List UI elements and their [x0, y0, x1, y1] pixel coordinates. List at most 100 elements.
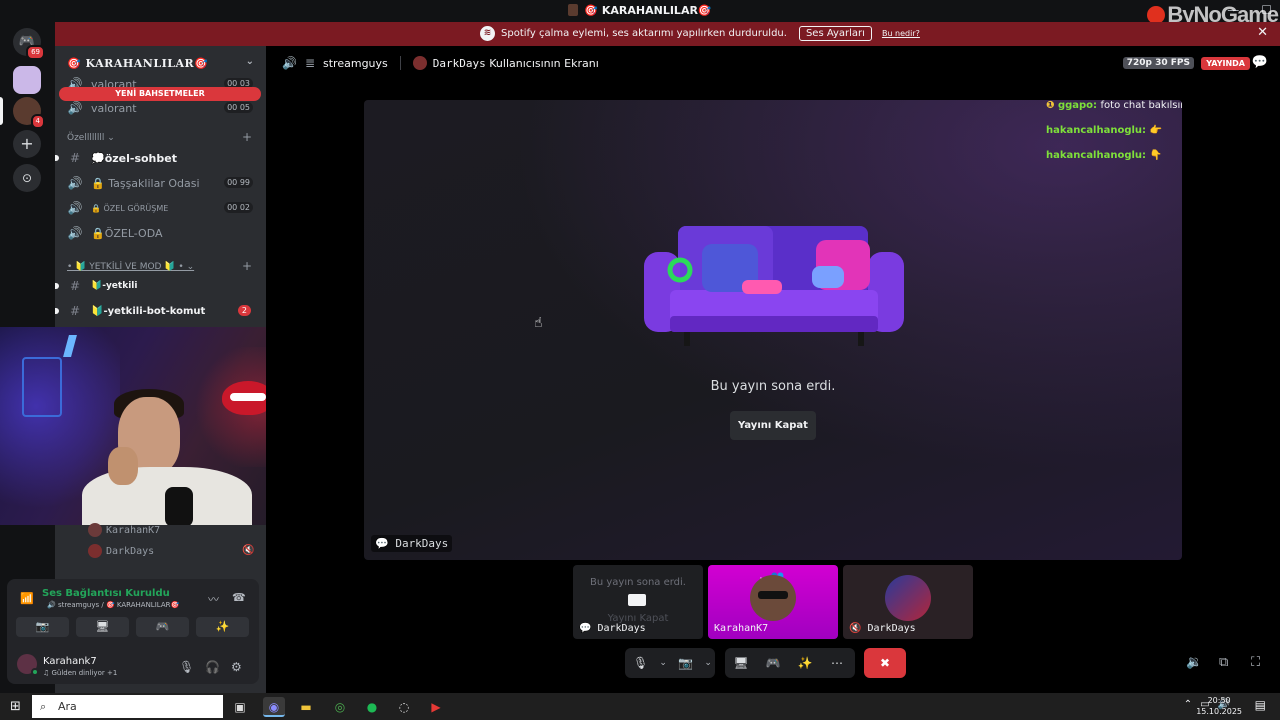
discord-taskbar-icon[interactable]: ◉: [263, 697, 285, 717]
mouse-cursor: ☝: [534, 315, 543, 331]
username[interactable]: Karahank7: [43, 656, 97, 667]
tile-label: 💬 DarkDays: [579, 623, 646, 634]
stream-header: 🔊 ≣ streamguys DarkDays Kullanıcısının E…: [282, 56, 599, 70]
tile-ended-text: Bu yayın sona erdi.: [589, 577, 686, 588]
add-channel-icon[interactable]: +: [242, 130, 252, 144]
voice-connection-panel: 📶 Ses Bağlantısı Kuruldu 🔊 streamguys / …: [7, 579, 259, 684]
app-icon[interactable]: ◌: [393, 697, 415, 717]
chat-icon[interactable]: 💬: [1252, 55, 1268, 70]
stream-title: Kullanıcısının Ekranı: [489, 56, 599, 70]
speaker-icon: 🔊: [67, 201, 83, 215]
disconnect-icon[interactable]: ☎: [232, 591, 246, 604]
what-is-this-link[interactable]: Bu nedir?: [882, 29, 920, 38]
voice-channel-tasaklilar[interactable]: 🔊 🔒 Taşşaklilar Odasi 00 99: [61, 171, 261, 195]
screen-share-button[interactable]: 🖥: [76, 617, 129, 637]
mention-badge: 4: [30, 114, 45, 129]
explore-icon[interactable]: ⊙: [13, 164, 41, 192]
unread-indicator: [55, 283, 59, 289]
soundboard-icon[interactable]: ✨: [789, 656, 821, 670]
clock[interactable]: 20:50 15.10.2025: [1196, 695, 1242, 717]
pop-out-icon[interactable]: ⧉: [1219, 655, 1228, 670]
unread-indicator: [55, 308, 59, 314]
category-yetkili[interactable]: • 🔰 YETKİLİ VE MOD 🔰 • ⌄: [67, 262, 194, 272]
unread-indicator: [55, 155, 59, 161]
participant-tile-darkdays[interactable]: 🔇 DarkDays: [843, 565, 973, 639]
avatar: [885, 575, 931, 621]
more-icon[interactable]: ⋯: [821, 656, 853, 670]
quality-badge: 720p 30 FPS: [1122, 57, 1194, 69]
monitor-icon: [628, 594, 646, 606]
discord-home-icon[interactable]: 🎮 69: [13, 28, 45, 60]
voice-member[interactable]: DarkDays: [88, 544, 154, 558]
audio-settings-button[interactable]: Ses Ayarları: [798, 26, 872, 41]
microphone-icon[interactable]: 🎙: [625, 656, 656, 670]
participant-tile-darkdays-stream[interactable]: Bu yayın sona erdi. Yayını Kapat 💬 DarkD…: [573, 565, 703, 639]
close-icon[interactable]: ✕: [1257, 25, 1268, 40]
channel-name[interactable]: streamguys: [323, 57, 388, 70]
voice-channel-ozel-gorusme[interactable]: 🔊 🔒 ÖZEL GÖRÜŞME 00 02: [61, 196, 261, 220]
microphone-icon[interactable]: 🎙: [179, 660, 194, 674]
spotify-taskbar-icon[interactable]: ●: [361, 697, 383, 717]
stream-stage[interactable]: Bu yayın sona erdi. Yayını Kapat 💬 DarkD…: [364, 100, 1182, 560]
activity-controls: 🖥 🎮 ✨ ⋯: [725, 648, 855, 678]
text-channel-yetkili-bot-komut[interactable]: # 🔰-yetkili-bot-komut 2: [61, 299, 261, 323]
notice-text: Spotify çalma eylemi, ses aktarımı yapıl…: [501, 28, 787, 39]
soundboard-button[interactable]: ✨: [196, 617, 249, 637]
chrome-icon[interactable]: ◎: [329, 697, 351, 717]
title-bar: 🎯 KARAHANLILAR🎯 — ☐ ByNoGame: [0, 0, 1280, 27]
camera-off-button[interactable]: 📷: [16, 617, 69, 637]
speaker-icon: 🔊: [67, 176, 83, 190]
windows-taskbar: ⊞ ⌕ Ara ▣ ◉ ▬ ◎ ● ◌ ▶ ⌃ ▭ 🔊 20:50 15.10.2025…: [0, 693, 1280, 720]
fullscreen-icon[interactable]: ⛶: [1251, 655, 1260, 670]
headphones-icon[interactable]: 🎧: [205, 660, 220, 674]
youtube-icon[interactable]: ▶: [425, 697, 447, 717]
chevron-down-icon[interactable]: ⌄: [701, 658, 715, 668]
microphone: [165, 487, 193, 525]
chevron-down-icon[interactable]: ⌄: [656, 658, 670, 668]
text-channel-ozel-sohbet[interactable]: # 💭özel-sohbet: [61, 146, 261, 170]
gear-icon[interactable]: ⚙: [231, 660, 242, 674]
activities-icon[interactable]: 🎮: [757, 656, 789, 670]
voice-location[interactable]: 🔊 streamguys / 🎯 KARAHANLILAR🎯: [47, 601, 179, 609]
file-explorer-icon[interactable]: ▬: [295, 697, 317, 717]
speaker-icon: 🔊: [67, 101, 83, 115]
text-channel-yetkili[interactable]: # 🔰-yetkili: [61, 274, 261, 298]
tile-label: 🔇 DarkDays: [849, 623, 916, 634]
participant-tile-karahank7[interactable]: ⌄ 👥 KarahanK7: [708, 565, 838, 639]
deafened-icon: 🔇: [242, 545, 255, 556]
camera-off-icon[interactable]: 📷: [670, 656, 701, 670]
activities-button[interactable]: 🎮: [136, 617, 189, 637]
add-channel-icon[interactable]: +: [242, 259, 252, 273]
stream-view: 🔊 ≣ streamguys DarkDays Kullanıcısının E…: [266, 46, 1280, 693]
voice-channel-ozel-oda[interactable]: 🔊 🔒ÖZEL-ODA: [61, 221, 261, 245]
volume-icon[interactable]: 🔉: [1186, 655, 1202, 670]
chevron-down-icon[interactable]: ⌄: [246, 56, 254, 67]
add-server-icon[interactable]: +: [13, 130, 41, 158]
avatar: [88, 523, 102, 537]
voice-status[interactable]: Ses Bağlantısı Kuruldu: [42, 588, 170, 599]
stage-user-label: 💬 DarkDays: [371, 535, 453, 552]
close-stream-button[interactable]: Yayını Kapat: [730, 411, 816, 440]
avatar: [88, 544, 102, 558]
avatar[interactable]: [17, 654, 39, 676]
taskbar-search[interactable]: ⌕ Ara: [32, 695, 223, 718]
category-ozel[interactable]: Özellllllll ⌄: [67, 133, 115, 143]
notifications-icon[interactable]: ▤: [1255, 698, 1266, 712]
speaker-icon: 🔊: [67, 226, 83, 240]
server-icon[interactable]: [13, 66, 41, 94]
chevron-up-icon[interactable]: ⌃: [1184, 699, 1192, 710]
speaker-icon: 🔊: [282, 56, 297, 70]
stream-user[interactable]: DarkDays: [433, 57, 486, 70]
chat-line: hakancalhanoglu: 👇: [1046, 150, 1162, 161]
hashtag-icon: #: [69, 279, 81, 293]
task-view-icon[interactable]: ▣: [229, 697, 251, 717]
leave-call-button[interactable]: ✖: [864, 648, 906, 678]
signal-icon[interactable]: 📶: [20, 592, 34, 605]
karahanlilar-server-icon[interactable]: 4: [13, 97, 45, 129]
windows-start-icon[interactable]: ⊞: [10, 699, 21, 714]
voice-channel-valorant-2[interactable]: 🔊 valorant 00 05: [61, 96, 261, 120]
voice-member[interactable]: KarahanK7: [88, 523, 160, 537]
couch-illustration: [644, 222, 904, 352]
noise-suppression-icon[interactable]: 〰: [208, 591, 219, 607]
screen-share-icon[interactable]: 🖥: [725, 656, 757, 670]
